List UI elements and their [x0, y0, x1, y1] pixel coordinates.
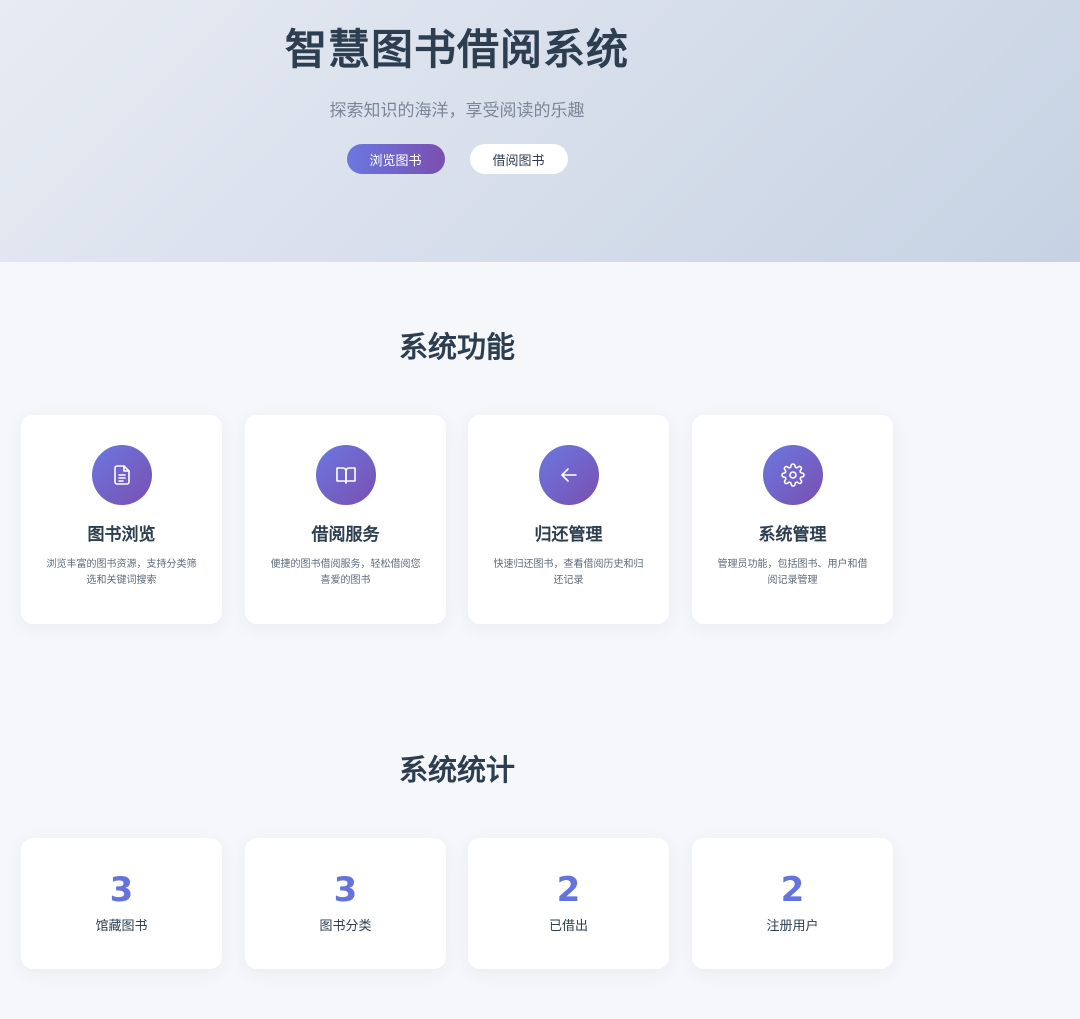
stat-label: 已借出 [548, 919, 588, 934]
hero-banner: 智慧图书借阅系统 探索知识的海洋，享受阅读的乐趣 浏览图书 借阅图书 [0, 0, 1080, 262]
feature-description: 浏览丰富的图书资源，支持分类筛选和关键词搜索 [46, 559, 197, 586]
stat-label: 图书分类 [319, 919, 372, 934]
stat-label: 注册用户 [766, 919, 819, 934]
features-section-title: 系统功能 [398, 330, 515, 364]
feature-title: 系统管理 [758, 525, 827, 545]
stat-value: 2 [780, 870, 805, 910]
stat-card-collection: 3 馆藏图书 [21, 838, 222, 969]
feature-description: 快速归还图书，查看借阅历史和归还记录 [493, 559, 644, 586]
stat-value: 3 [333, 870, 358, 910]
feature-title: 图书浏览 [87, 525, 156, 545]
document-icon [91, 445, 152, 505]
feature-description: 便捷的图书借阅服务，轻松借阅您喜爱的图书 [270, 559, 421, 586]
stat-card-borrowed: 2 已借出 [468, 838, 669, 969]
hero-content: 智慧图书借阅系统 探索知识的海洋，享受阅读的乐趣 浏览图书 借阅图书 [0, 0, 914, 174]
feature-card-borrow[interactable]: 借阅服务 便捷的图书借阅服务，轻松借阅您喜爱的图书 [245, 415, 446, 624]
page-title: 智慧图书借阅系统 [284, 25, 629, 74]
browse-books-button[interactable]: 浏览图书 [346, 144, 445, 174]
stat-card-categories: 3 图书分类 [245, 838, 446, 969]
open-book-icon [315, 445, 376, 505]
feature-title: 归还管理 [534, 525, 603, 545]
feature-card-browse[interactable]: 图书浏览 浏览丰富的图书资源，支持分类筛选和关键词搜索 [21, 415, 222, 624]
borrow-books-button[interactable]: 借阅图书 [469, 144, 568, 174]
feature-title: 借阅服务 [311, 525, 380, 545]
stat-label: 馆藏图书 [95, 919, 148, 934]
gear-icon [762, 445, 823, 505]
feature-description: 管理员功能，包括图书、用户和借阅记录管理 [717, 559, 868, 586]
feature-card-admin[interactable]: 系统管理 管理员功能，包括图书、用户和借阅记录管理 [692, 415, 893, 624]
stat-card-users: 2 注册用户 [692, 838, 893, 969]
stat-value: 3 [109, 870, 134, 910]
arrow-left-icon [538, 445, 599, 505]
feature-card-return[interactable]: 归还管理 快速归还图书，查看借阅历史和归还记录 [468, 415, 669, 624]
stat-value: 2 [556, 870, 581, 910]
stats-section-title: 系统统计 [398, 753, 515, 787]
hero-subtitle: 探索知识的海洋，享受阅读的乐趣 [329, 101, 585, 121]
hero-actions: 浏览图书 借阅图书 [0, 144, 914, 174]
